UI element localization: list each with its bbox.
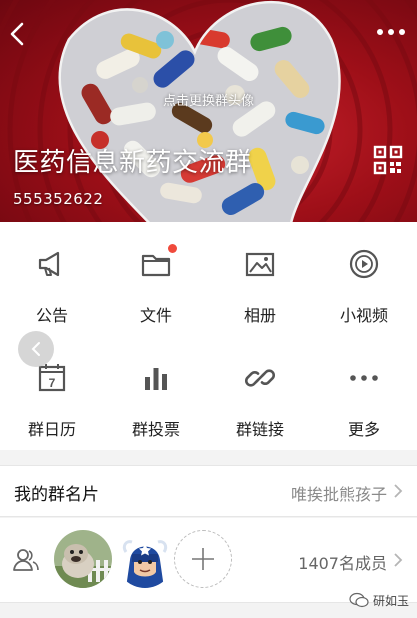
change-avatar-link[interactable]: 点击更换群头像 [0, 90, 417, 109]
group-cover-image [0, 0, 417, 222]
my-group-card-row[interactable]: 我的群名片 唯挨批熊孩子 [0, 465, 417, 517]
chevron-right-icon [394, 553, 403, 567]
back-button[interactable] [4, 18, 30, 50]
floating-back-handle[interactable] [18, 331, 54, 367]
back-arrow-icon [10, 22, 24, 46]
group-card-title: 我的群名片 [14, 485, 99, 505]
group-card-value: 唯挨批熊孩子 [290, 485, 387, 504]
more-options-button[interactable] [375, 22, 407, 42]
add-member-button[interactable] [174, 530, 232, 588]
more-icon [350, 375, 378, 381]
feature-label: 公告 [35, 306, 68, 325]
feature-announcement[interactable]: 公告 [0, 222, 104, 336]
group-header[interactable]: 点击更换群头像 医药信息新药交流群 555352622 [0, 0, 417, 222]
folder-icon [141, 254, 171, 277]
bulldog-avatar-image [54, 530, 112, 588]
feature-label: 群链接 [235, 420, 284, 439]
more-dots-icon [377, 29, 405, 35]
group-members-row[interactable]: 1407名成员 [0, 518, 417, 603]
members-icon [13, 549, 39, 571]
feature-files[interactable]: 文件 [104, 222, 208, 336]
link-icon [244, 369, 276, 387]
chevron-left-icon [31, 342, 40, 356]
group-name: 医药信息新药交流群 [13, 148, 252, 178]
qr-code-button[interactable] [373, 145, 403, 175]
photo-album-icon [245, 252, 275, 277]
video-icon [349, 249, 379, 279]
feature-group-link[interactable]: 群链接 [208, 336, 312, 450]
megaphone-icon [38, 251, 60, 277]
feature-label: 更多 [347, 420, 380, 439]
member-avatar[interactable] [54, 530, 112, 588]
calendar-icon: 7 [38, 364, 66, 392]
chevron-right-icon [394, 484, 403, 498]
feature-vote[interactable]: 群投票 [104, 336, 208, 450]
bar-chart-icon [145, 368, 167, 390]
svg-text:7: 7 [49, 376, 56, 390]
feature-label: 群投票 [131, 420, 180, 439]
feature-short-video[interactable]: 小视频 [312, 222, 416, 336]
plus-icon [192, 548, 214, 570]
wechat-icon [349, 592, 369, 608]
new-file-badge [168, 244, 177, 253]
feature-label: 文件 [139, 306, 172, 325]
feature-label: 群日历 [27, 420, 76, 439]
member-count: 1407名成员 [298, 554, 387, 573]
member-avatar[interactable] [116, 530, 174, 588]
feature-more[interactable]: 更多 [312, 336, 416, 450]
feature-grid: 公告 文件 相册 小视频 7 群日历 群投票 群链接 更多 [0, 222, 417, 450]
qr-code-icon [373, 145, 403, 175]
watermark-text: 研如玉 [373, 594, 410, 608]
feature-label: 小视频 [339, 306, 388, 325]
captain-avatar-image [116, 530, 174, 588]
feature-album[interactable]: 相册 [208, 222, 312, 336]
feature-label: 相册 [243, 306, 276, 325]
group-id: 555352622 [13, 190, 104, 208]
